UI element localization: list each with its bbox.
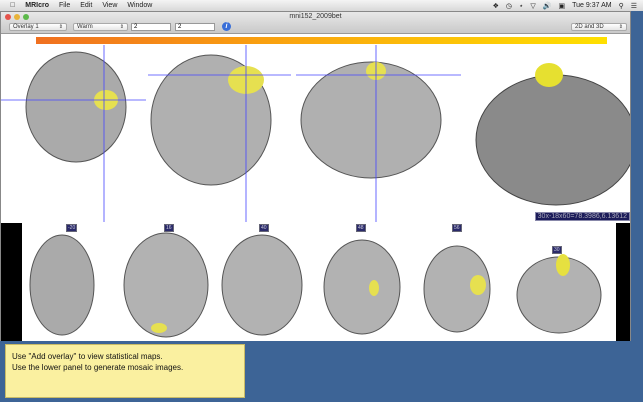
menu-edit[interactable]: Edit [80, 2, 92, 9]
mosaic-slices [29, 232, 602, 338]
tooltip-line: Use the lower panel to generate mosaic i… [12, 363, 184, 372]
coronal-view[interactable] [148, 45, 291, 222]
brain-views [1, 45, 637, 222]
coordinate-readout: 30x-18x60=78.3986,6.13612 [534, 212, 630, 221]
colormap-select[interactable]: Warm ⇕ [73, 23, 128, 31]
battery-icon[interactable]: ▣ [559, 2, 566, 10]
title-bar: mni152_2009bet Overlay 1 ⇕ Warm ⇕ 2 2 i 2D… [1, 12, 630, 34]
chevron-icon: ⇕ [119, 24, 124, 30]
wifi-icon[interactable]: ▽ [530, 2, 535, 10]
axial-view[interactable] [1, 45, 146, 222]
info-button[interactable]: i [222, 22, 231, 31]
slice-label: 30 [552, 246, 562, 254]
colorbar [36, 37, 607, 44]
mosaic-panel[interactable]: -20 16 40 48 56 30 [1, 223, 630, 341]
min-field[interactable]: 2 [131, 23, 171, 31]
time-machine-icon[interactable]: ◷ [506, 2, 512, 10]
overlay-select[interactable]: Overlay 1 ⇕ [9, 23, 67, 31]
colormap-value: Warm [77, 24, 93, 30]
slice-label: -20 [66, 224, 78, 232]
tooltip-line: Use "Add overlay" to view statistical ma… [12, 352, 163, 361]
dropbox-icon[interactable]: ❖ [493, 2, 499, 10]
window-title: mni152_2009bet [289, 13, 342, 20]
3d-render-view[interactable] [475, 63, 637, 206]
view-mode-select[interactable]: 2D and 3D ⇕ [571, 23, 627, 31]
render-view[interactable]: 30x-18x60=78.3986,6.13612 [1, 45, 637, 222]
slice-label: 56 [452, 224, 462, 232]
bluetooth-icon[interactable]: ⋆ [519, 2, 523, 10]
slice-label: 48 [356, 224, 366, 232]
max-field[interactable]: 2 [175, 23, 215, 31]
chevron-icon: ⇕ [618, 24, 623, 30]
menu-window[interactable]: Window [127, 2, 152, 9]
view-mode-value: 2D and 3D [575, 24, 604, 30]
volume-icon[interactable]: 🔊 [543, 2, 552, 10]
menu-view[interactable]: View [102, 2, 117, 9]
main-window: mni152_2009bet Overlay 1 ⇕ Warm ⇕ 2 2 i 2D… [0, 11, 637, 341]
apple-icon[interactable]:  [10, 2, 15, 9]
menu-file[interactable]: File [59, 2, 70, 9]
overlay-value: Overlay 1 [13, 24, 39, 30]
mosaic-canvas: -20 16 40 48 56 30 [22, 223, 616, 341]
menu-bar:  MRIcro File Edit View Window ❖ ◷ ⋆ ▽ 🔊… [0, 0, 643, 11]
menu-app[interactable]: MRIcro [25, 2, 49, 9]
sagittal-view[interactable] [296, 45, 461, 222]
notification-icon[interactable]: ☰ [631, 2, 637, 10]
slice-label: 40 [259, 224, 269, 232]
spotlight-icon[interactable]: ⚲ [619, 2, 624, 10]
clock[interactable]: Tue 9:37 AM [572, 2, 611, 9]
slice-label: 16 [164, 224, 174, 232]
help-tooltip: Use "Add overlay" to view statistical ma… [5, 344, 245, 398]
chevron-icon: ⇕ [58, 24, 63, 30]
